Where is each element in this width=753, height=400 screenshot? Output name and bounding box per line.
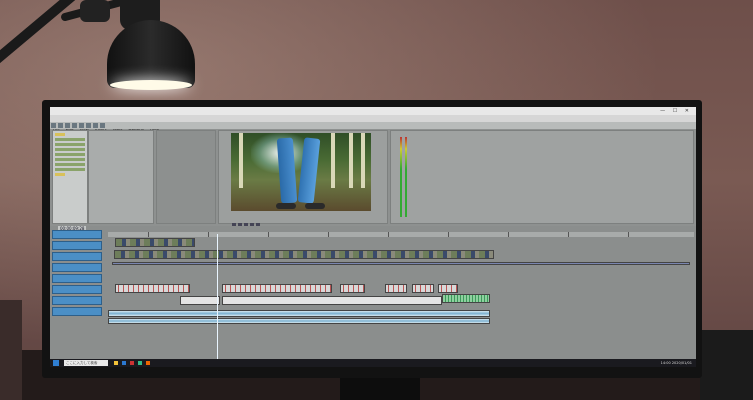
ruler-tick bbox=[508, 232, 509, 237]
right-shoe bbox=[305, 203, 325, 209]
audio-waveform-clip[interactable] bbox=[108, 318, 490, 324]
app-icon[interactable] bbox=[146, 361, 150, 365]
video-clip[interactable] bbox=[115, 238, 195, 247]
media-files-panel[interactable] bbox=[88, 130, 154, 224]
title-bar: — ☐ ✕ bbox=[50, 107, 696, 115]
left-shoe bbox=[276, 203, 296, 209]
audio-clip[interactable] bbox=[222, 284, 332, 293]
track-header[interactable] bbox=[52, 296, 102, 305]
tray-date: 2020/01/01 bbox=[671, 361, 692, 365]
track-headers bbox=[52, 230, 102, 324]
menu-bar: FileEditViewInsertToolsOptionsHelp bbox=[50, 115, 696, 131]
tray-time: 14:00 bbox=[660, 361, 671, 365]
title-clip[interactable] bbox=[222, 296, 442, 305]
tree-trunk bbox=[361, 133, 365, 188]
taskbar: ここに入力して検索 14:00 2020/01/01 bbox=[50, 359, 696, 367]
track-header[interactable] bbox=[52, 241, 102, 250]
audio-clip[interactable] bbox=[385, 284, 407, 293]
video-preview-frame bbox=[231, 133, 371, 211]
paste-icon[interactable] bbox=[100, 123, 105, 128]
monitor-stand bbox=[340, 378, 420, 400]
folder-icon[interactable] bbox=[55, 133, 65, 136]
redo-icon[interactable] bbox=[79, 123, 84, 128]
lamp-bulb bbox=[110, 80, 192, 90]
audio-envelope[interactable] bbox=[112, 262, 690, 265]
tree-item[interactable] bbox=[55, 153, 85, 156]
new-icon[interactable] bbox=[51, 123, 56, 128]
ruler-tick bbox=[628, 232, 629, 237]
audio-clip[interactable] bbox=[438, 284, 458, 293]
audio-clip[interactable] bbox=[340, 284, 365, 293]
track-header[interactable] bbox=[52, 285, 102, 294]
effect-clip[interactable] bbox=[442, 294, 490, 303]
tree-trunk bbox=[349, 133, 353, 188]
track-header[interactable] bbox=[52, 307, 102, 316]
ruler-tick bbox=[388, 232, 389, 237]
track-header[interactable] bbox=[52, 230, 102, 239]
folder-icon[interactable] bbox=[55, 173, 65, 176]
speaker bbox=[700, 330, 753, 400]
explorer-panel[interactable] bbox=[52, 130, 88, 224]
tree-item[interactable] bbox=[55, 143, 85, 146]
ruler-tick bbox=[208, 232, 209, 237]
ruler-tick bbox=[328, 232, 329, 237]
trimmer-panel[interactable] bbox=[156, 130, 216, 224]
audio-clip[interactable] bbox=[115, 284, 190, 293]
save-icon[interactable] bbox=[65, 123, 70, 128]
master-bus-panel bbox=[390, 130, 694, 224]
transport-controls bbox=[231, 213, 261, 227]
audio-meter-right bbox=[405, 137, 407, 217]
ruler-tick bbox=[568, 232, 569, 237]
audio-clip[interactable] bbox=[412, 284, 434, 293]
track-header[interactable] bbox=[52, 252, 102, 261]
edge-icon[interactable] bbox=[122, 361, 126, 365]
tree-trunk bbox=[331, 133, 335, 188]
ruler-tick bbox=[268, 232, 269, 237]
window-controls[interactable]: — ☐ ✕ bbox=[660, 107, 692, 115]
tree-item[interactable] bbox=[55, 158, 85, 161]
monitor-screen: — ☐ ✕ FileEditViewInsertToolsOptionsHelp bbox=[50, 107, 696, 367]
tree-trunk bbox=[239, 133, 243, 188]
title-clip[interactable] bbox=[180, 296, 220, 305]
cut-icon[interactable] bbox=[86, 123, 91, 128]
taskbar-search-input[interactable]: ここに入力して検索 bbox=[64, 360, 108, 366]
lamp-hinge bbox=[80, 0, 110, 22]
audio-meter-left bbox=[400, 137, 402, 217]
tree-item[interactable] bbox=[55, 163, 85, 166]
audio-waveform-clip[interactable] bbox=[108, 310, 490, 317]
toolbar bbox=[50, 122, 696, 129]
tree-item[interactable] bbox=[55, 168, 85, 171]
windows-start-icon[interactable] bbox=[53, 360, 59, 366]
track-header[interactable] bbox=[52, 274, 102, 283]
copy-icon[interactable] bbox=[93, 123, 98, 128]
ruler-tick bbox=[448, 232, 449, 237]
timeline[interactable]: 00:00:09;28 bbox=[50, 226, 696, 367]
tree-item[interactable] bbox=[55, 148, 85, 151]
timeline-ruler[interactable] bbox=[108, 232, 694, 237]
track-header[interactable] bbox=[52, 263, 102, 272]
undo-icon[interactable] bbox=[72, 123, 77, 128]
tree-item[interactable] bbox=[55, 138, 85, 141]
explorer-icon[interactable] bbox=[114, 361, 118, 365]
app-icon[interactable] bbox=[138, 361, 142, 365]
video-clip[interactable] bbox=[114, 250, 494, 259]
system-tray[interactable]: 14:00 2020/01/01 bbox=[661, 360, 692, 366]
ruler-tick bbox=[148, 232, 149, 237]
open-icon[interactable] bbox=[58, 123, 63, 128]
app-icon[interactable] bbox=[130, 361, 134, 365]
shelf bbox=[0, 300, 22, 400]
playhead-cursor[interactable] bbox=[217, 234, 218, 364]
